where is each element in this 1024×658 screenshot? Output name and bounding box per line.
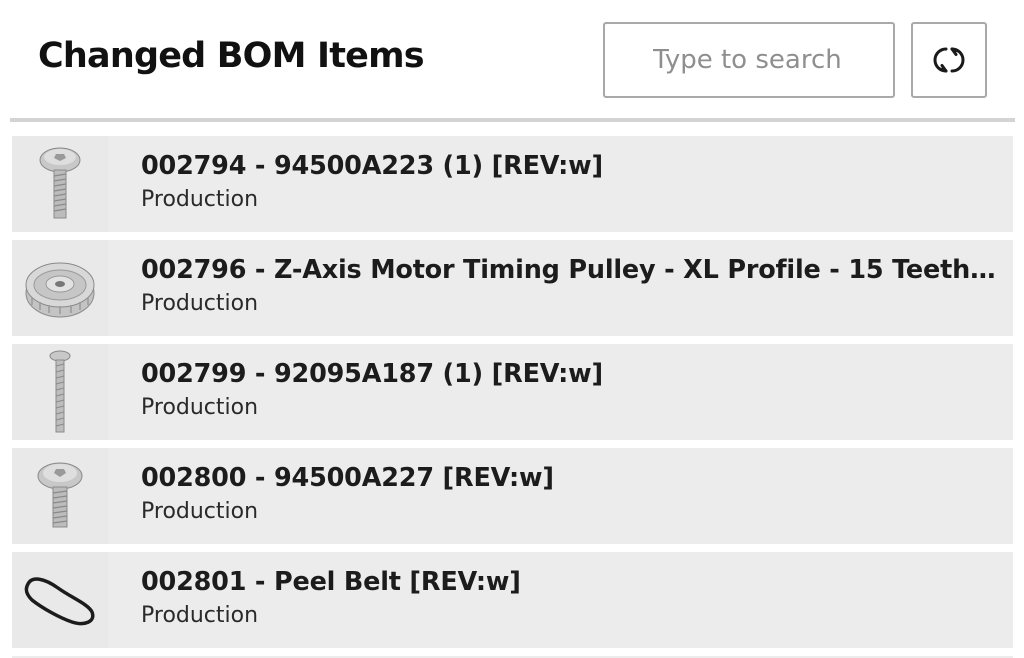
item-thumbnail (12, 136, 108, 232)
item-status: Production (141, 187, 259, 212)
list-item[interactable]: 002799 - 92095A187 (1) [REV:w] Productio… (12, 344, 1013, 440)
list-item[interactable]: 002794 - 94500A223 (1) [REV:w] Productio… (12, 136, 1013, 232)
item-title: 002801 - Peel Belt [REV:w] (141, 567, 521, 597)
refresh-icon (933, 47, 965, 73)
item-title: 002796 - Z-Axis Motor Timing Pulley - XL… (141, 255, 1001, 285)
item-title: 002794 - 94500A223 (1) [REV:w] (141, 151, 603, 181)
item-thumbnail (12, 552, 108, 648)
item-title: 002799 - 92095A187 (1) [REV:w] (141, 359, 603, 389)
item-title: 002800 - 94500A227 [REV:w] (141, 463, 554, 493)
belt-icon (24, 577, 95, 626)
bom-items-list: 002794 - 94500A223 (1) [REV:w] Productio… (12, 136, 1013, 656)
list-item[interactable]: 002796 - Z-Axis Motor Timing Pulley - XL… (12, 240, 1013, 336)
item-status: Production (141, 395, 259, 420)
item-status: Production (141, 499, 259, 524)
item-status: Production (141, 603, 259, 628)
page-title: Changed BOM Items (38, 36, 425, 76)
long-screw-icon (49, 350, 71, 433)
button-head-screw-icon (39, 147, 81, 219)
timing-pulley-icon (25, 262, 95, 318)
refresh-button[interactable] (911, 22, 987, 98)
list-item[interactable]: 002801 - Peel Belt [REV:w] Production (12, 552, 1013, 648)
item-thumbnail (12, 240, 108, 336)
search-input[interactable] (603, 22, 895, 98)
item-status: Production (141, 291, 259, 316)
button-head-screw-icon (37, 462, 83, 528)
list-item[interactable]: 002800 - 94500A227 [REV:w] Production (12, 448, 1013, 544)
item-thumbnail (12, 344, 108, 440)
header: Changed BOM Items (0, 0, 1024, 120)
item-thumbnail (12, 448, 108, 544)
header-divider (10, 118, 1015, 122)
